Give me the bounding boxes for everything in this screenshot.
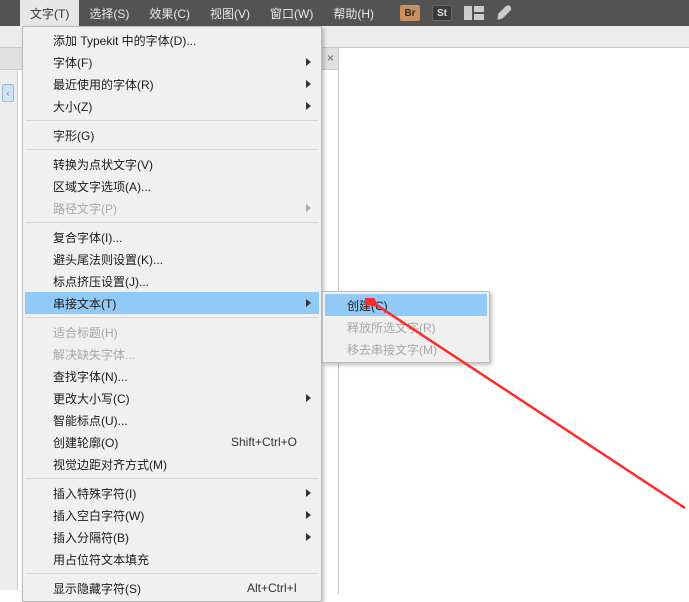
stock-icon[interactable]: St: [432, 5, 452, 21]
menu-item[interactable]: 标点挤压设置(J)...: [25, 270, 319, 292]
menu-item-label: 区域文字选项(A)...: [53, 178, 297, 195]
menu-item[interactable]: 避头尾法则设置(K)...: [25, 248, 319, 270]
menu-item[interactable]: 视觉边距对齐方式(M): [25, 453, 319, 475]
submenu-arrow-icon: [306, 511, 311, 519]
menu-item-label: 避头尾法则设置(K)...: [53, 251, 297, 268]
menu-item-label: 标点挤压设置(J)...: [53, 273, 297, 290]
menu-item-label: 视觉边距对齐方式(M): [53, 456, 297, 473]
menu-item: 解决缺失字体...: [25, 343, 319, 365]
submenu-arrow-icon: [306, 489, 311, 497]
menubar-item[interactable]: 文字(T): [20, 0, 79, 26]
submenu-arrow-icon: [306, 102, 311, 110]
menu-item: 移去串接文字(M): [325, 338, 487, 360]
toolbar-icons: Br St: [400, 4, 514, 22]
menu-item[interactable]: 字体(F): [25, 51, 319, 73]
menu-item[interactable]: 插入分隔符(B): [25, 526, 319, 548]
menu-item-label: 路径文字(P): [53, 200, 297, 217]
menubar-item[interactable]: 选择(S): [79, 0, 139, 26]
menubar-item[interactable]: 视图(V): [200, 0, 260, 26]
menu-item: 释放所选文字(R): [325, 316, 487, 338]
menu-item-label: 大小(Z): [53, 98, 297, 115]
menu-separator: [26, 317, 318, 318]
menu-item-label: 串接文本(T): [53, 295, 297, 312]
menu-item-label: 更改大小写(C): [53, 390, 297, 407]
submenu-arrow-icon: [306, 58, 311, 66]
text-menu-dropdown: 添加 Typekit 中的字体(D)... 字体(F) 最近使用的字体(R) 大小(Z…: [22, 26, 322, 602]
menu-item-label: 最近使用的字体(R): [53, 76, 297, 93]
menu-item-label: 创建(C): [347, 297, 465, 314]
menu-separator: [26, 222, 318, 223]
menu-separator: [26, 478, 318, 479]
left-sidebar: ‹: [0, 70, 18, 590]
submenu-arrow-icon: [306, 299, 311, 307]
menu-item[interactable]: 插入空白字符(W): [25, 504, 319, 526]
submenu-arrow-icon: [306, 204, 311, 212]
thread-text-submenu: 创建(C) 释放所选文字(R) 移去串接文字(M): [322, 291, 490, 363]
menu-item[interactable]: 智能标点(U)...: [25, 409, 319, 431]
menu-item[interactable]: 创建轮廓(O)Shift+Ctrl+O: [25, 431, 319, 453]
menu-item-label: 查找字体(N)...: [53, 368, 297, 385]
submenu-arrow-icon: [306, 80, 311, 88]
menu-item-label: 创建轮廓(O): [53, 434, 231, 451]
menu-item-label: 插入空白字符(W): [53, 507, 297, 524]
menu-item-label: 复合字体(I)...: [53, 229, 297, 246]
menu-separator: [26, 120, 318, 121]
feather-icon[interactable]: [496, 4, 514, 22]
sidebar-collapse-button[interactable]: ‹: [2, 84, 14, 102]
menu-item[interactable]: 转换为点状文字(V): [25, 153, 319, 175]
menu-item[interactable]: 添加 Typekit 中的字体(D)...: [25, 29, 319, 51]
menu-item[interactable]: 区域文字选项(A)...: [25, 175, 319, 197]
menu-separator: [26, 573, 318, 574]
menu-item[interactable]: 最近使用的字体(R): [25, 73, 319, 95]
menu-item-label: 智能标点(U)...: [53, 412, 297, 429]
menu-item[interactable]: 复合字体(I)...: [25, 226, 319, 248]
top-menubar: 文字(T)选择(S)效果(C)视图(V)窗口(W)帮助(H) Br St: [0, 0, 689, 26]
menu-item-label: 插入特殊字符(I): [53, 485, 297, 502]
menu-item[interactable]: 字形(G): [25, 124, 319, 146]
menu-item[interactable]: 显示隐藏字符(S)Alt+Ctrl+I: [25, 577, 319, 599]
bridge-icon[interactable]: Br: [400, 5, 420, 21]
menu-item-shortcut: Alt+Ctrl+I: [247, 581, 297, 595]
menu-item-label: 转换为点状文字(V): [53, 156, 297, 173]
menu-item[interactable]: 更改大小写(C): [25, 387, 319, 409]
menu-item-label: 插入分隔符(B): [53, 529, 297, 546]
menu-item-label: 移去串接文字(M): [347, 341, 465, 358]
menu-item[interactable]: 用占位符文本填充: [25, 548, 319, 570]
menu-item-label: 适合标题(H): [53, 324, 297, 341]
menu-separator: [26, 149, 318, 150]
menubar-item[interactable]: 效果(C): [139, 0, 200, 26]
menubar-item[interactable]: 帮助(H): [323, 0, 384, 26]
menu-item-label: 字形(G): [53, 127, 297, 144]
menu-item-label: 释放所选文字(R): [347, 319, 465, 336]
menu-item-shortcut: Shift+Ctrl+O: [231, 435, 297, 449]
menu-item[interactable]: 查找字体(N)...: [25, 365, 319, 387]
menubar-item[interactable]: 窗口(W): [260, 0, 323, 26]
menu-item-label: 添加 Typekit 中的字体(D)...: [53, 32, 297, 49]
submenu-arrow-icon: [306, 394, 311, 402]
menu-item: 路径文字(P): [25, 197, 319, 219]
menu-item-label: 用占位符文本填充: [53, 551, 297, 568]
menu-item[interactable]: 大小(Z): [25, 95, 319, 117]
close-icon[interactable]: ×: [327, 51, 334, 65]
submenu-arrow-icon: [306, 533, 311, 541]
menu-item[interactable]: 创建(C): [325, 294, 487, 316]
menu-item[interactable]: 串接文本(T): [25, 292, 319, 314]
menu-item-label: 字体(F): [53, 54, 297, 71]
menu-item-label: 解决缺失字体...: [53, 346, 297, 363]
menu-item[interactable]: 插入特殊字符(I): [25, 482, 319, 504]
menu-item: 适合标题(H): [25, 321, 319, 343]
arrange-icon[interactable]: [464, 6, 484, 20]
